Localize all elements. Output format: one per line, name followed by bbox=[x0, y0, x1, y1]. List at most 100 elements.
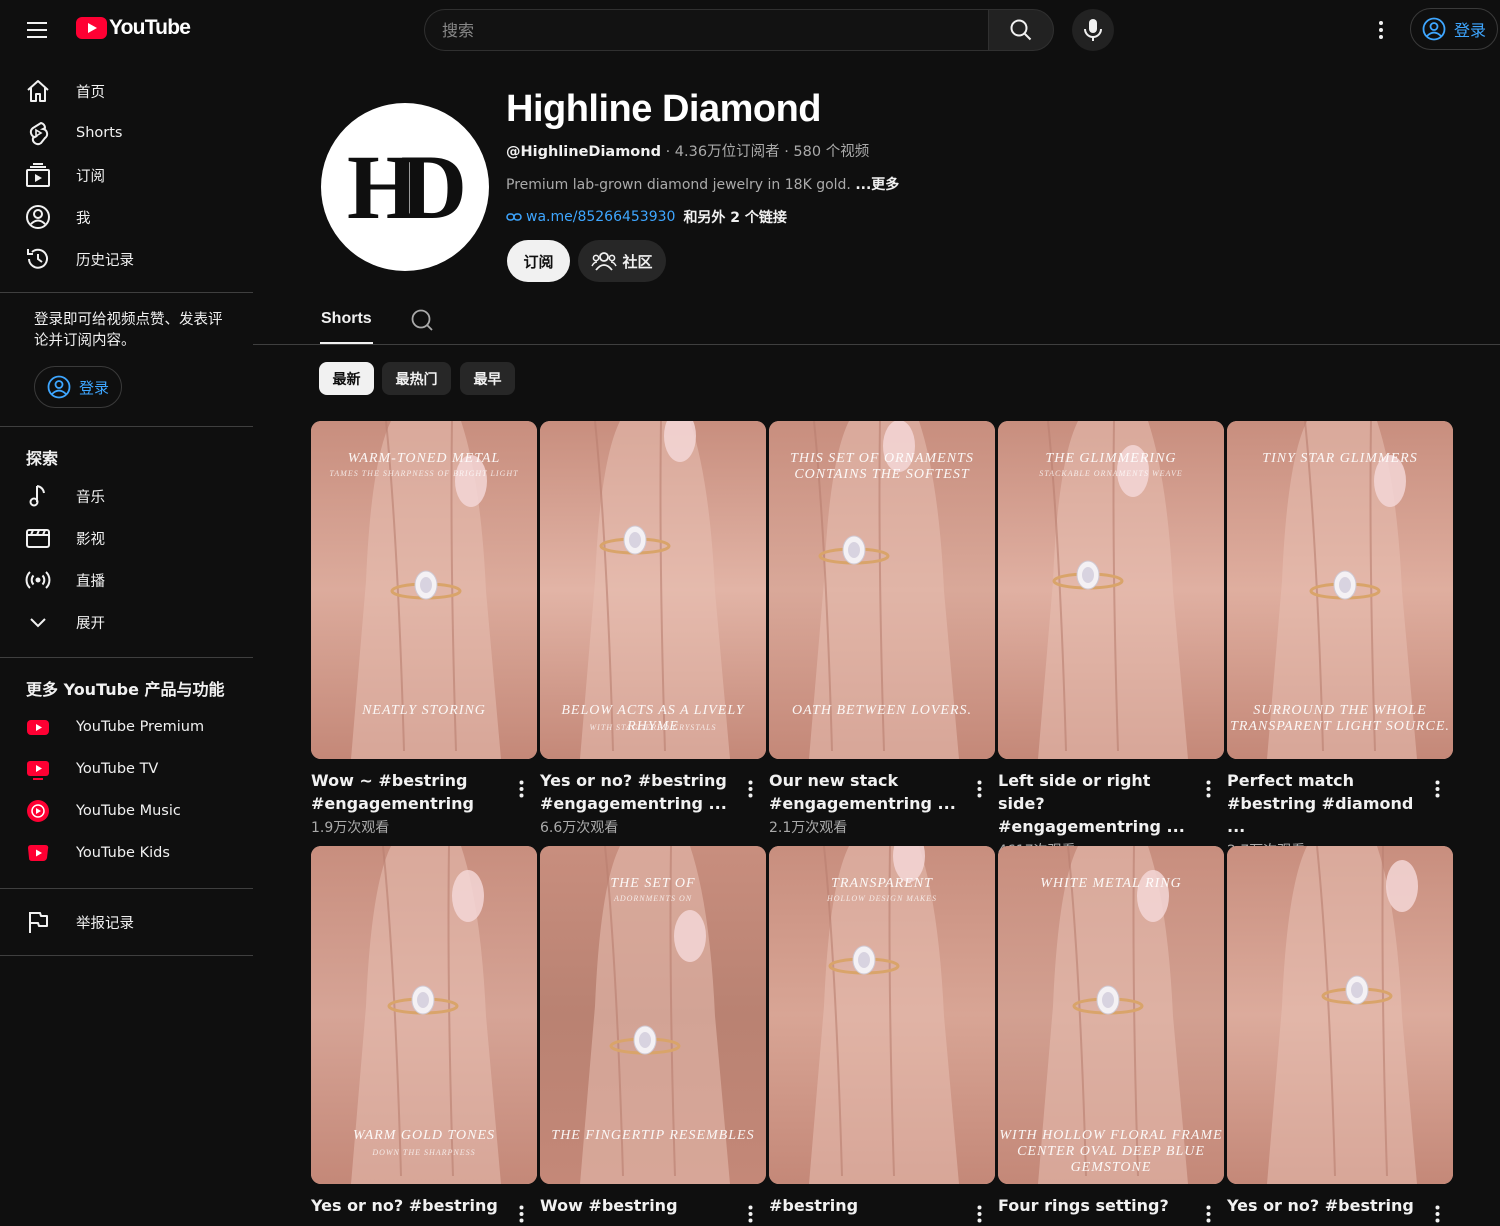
sidebar-item-youtube-music[interactable]: YouTube Music bbox=[0, 790, 253, 832]
short-menu-button[interactable] bbox=[740, 777, 760, 801]
short-thumbnail[interactable]: THIS SET OF ORNAMENTS CONTAINS THE SOFTE… bbox=[769, 421, 995, 759]
sidebar-signin-button[interactable]: 登录 bbox=[34, 366, 122, 408]
sidebar-item-youtube-tv[interactable]: YouTube TV bbox=[0, 748, 253, 790]
channel-avatar[interactable]: HD bbox=[321, 103, 489, 271]
chip-oldest[interactable]: 最早 bbox=[460, 362, 515, 395]
search-icon bbox=[1010, 19, 1032, 41]
sidebar-item-music[interactable]: 音乐 bbox=[0, 475, 253, 517]
view-count: 2.1万次观看 bbox=[769, 820, 848, 836]
short-title[interactable]: Wow #bestring bbox=[540, 1194, 730, 1217]
short-title[interactable]: Yes or no? #bestring #engagementring ... bbox=[540, 769, 730, 815]
voice-search-button[interactable] bbox=[1072, 9, 1114, 51]
short-card[interactable]: WARM-TONED METAL TAMES THE SHARPNESS OF … bbox=[311, 421, 537, 837]
vertical-dots-icon bbox=[1206, 780, 1210, 798]
sidebar-item-movies[interactable]: 影视 bbox=[0, 517, 253, 559]
sidebar-item-youtube-premium[interactable]: YouTube Premium bbox=[0, 706, 253, 748]
menu-button[interactable] bbox=[22, 14, 54, 46]
signin-button[interactable]: 登录 bbox=[1410, 8, 1498, 50]
short-menu-button[interactable] bbox=[1427, 1202, 1447, 1226]
short-title[interactable]: Yes or no? #bestring bbox=[1227, 1194, 1417, 1217]
short-thumbnail[interactable]: WARM-TONED METAL TAMES THE SHARPNESS OF … bbox=[311, 421, 537, 759]
vertical-dots-icon bbox=[519, 1205, 523, 1223]
extra-links[interactable]: 和另外 2 个链接 bbox=[683, 207, 787, 227]
caption-top: WHITE METAL RING bbox=[1040, 876, 1182, 891]
short-thumbnail[interactable]: BELOW ACTS AS A LIVELY RHYME WITH STAGGE… bbox=[540, 421, 766, 759]
meta-separator: · bbox=[665, 144, 675, 160]
short-title[interactable]: Left side or right side? #engagementring… bbox=[998, 769, 1188, 838]
caption-top: THE GLIMMERING bbox=[1045, 451, 1177, 466]
short-menu-button[interactable] bbox=[1198, 777, 1218, 801]
community-button[interactable]: 社区 bbox=[578, 240, 666, 282]
vertical-dots-icon bbox=[1379, 21, 1383, 39]
chip-latest[interactable]: 最新 bbox=[319, 362, 374, 395]
description-more[interactable]: ...更多 bbox=[855, 177, 899, 193]
settings-more-button[interactable] bbox=[1366, 14, 1396, 46]
short-thumbnail[interactable]: THE SET OF ADORNMENTS ON THE FINGERTIP R… bbox=[540, 846, 766, 1184]
short-card[interactable]: THE GLIMMERING STACKABLE ORNAMENTS WEAVE… bbox=[998, 421, 1224, 860]
sidebar-item-you[interactable]: 我 bbox=[0, 196, 253, 238]
sidebar-item-label: 首页 bbox=[76, 84, 105, 101]
sidebar-item-label: YouTube Kids bbox=[76, 845, 170, 861]
channel-name: Highline Diamond bbox=[506, 88, 822, 130]
channel-description[interactable]: Premium lab-grown diamond jewelry in 18K… bbox=[506, 174, 899, 194]
short-thumbnail[interactable] bbox=[1227, 846, 1453, 1184]
community-label: 社区 bbox=[622, 252, 653, 271]
caption-top: THE SET OF bbox=[610, 876, 696, 891]
tab-shorts[interactable]: Shorts bbox=[321, 310, 372, 328]
sidebar-item-home[interactable]: 首页 bbox=[0, 70, 253, 112]
vertical-dots-icon bbox=[519, 780, 523, 798]
subscribe-button[interactable]: 订阅 bbox=[507, 240, 570, 282]
search-input[interactable] bbox=[425, 10, 988, 50]
caption-top: THIS SET OF ORNAMENTS CONTAINS THE SOFTE… bbox=[790, 451, 974, 482]
logo-text: YouTube bbox=[109, 16, 191, 39]
vertical-dots-icon bbox=[977, 1205, 981, 1223]
short-thumbnail[interactable]: WHITE METAL RING WITH HOLLOW FLORAL FRAM… bbox=[998, 846, 1224, 1184]
short-title[interactable]: Yes or no? #bestring bbox=[311, 1194, 501, 1217]
short-card[interactable]: TRANSPARENT HOLLOW DESIGN MAKES #bestrin… bbox=[769, 846, 995, 1223]
short-title[interactable]: #bestring bbox=[769, 1194, 959, 1217]
short-card[interactable]: THIS SET OF ORNAMENTS CONTAINS THE SOFTE… bbox=[769, 421, 995, 837]
masthead: YouTube 登录 bbox=[0, 0, 1500, 60]
short-thumbnail[interactable]: TRANSPARENT HOLLOW DESIGN MAKES bbox=[769, 846, 995, 1184]
short-card[interactable]: TINY STAR GLIMMERS SURROUND THE WHOLE TR… bbox=[1227, 421, 1453, 860]
short-title[interactable]: Perfect match #bestring #diamond ... bbox=[1227, 769, 1417, 838]
sidebar-item-shorts[interactable]: Shorts bbox=[0, 112, 253, 154]
short-title[interactable]: Wow ~ #bestring #engagementring bbox=[311, 769, 501, 815]
search-button[interactable] bbox=[988, 9, 1054, 51]
short-card[interactable]: THE SET OF ADORNMENTS ON THE FINGERTIP R… bbox=[540, 846, 766, 1223]
sidebar-item-live[interactable]: 直播 bbox=[0, 559, 253, 601]
home-icon bbox=[24, 77, 52, 105]
channel-link[interactable]: wa.me/85266453930 bbox=[526, 209, 675, 225]
sidebar-item-subscriptions[interactable]: 订阅 bbox=[0, 154, 253, 196]
short-menu-button[interactable] bbox=[511, 777, 531, 801]
subscriber-count: 4.36万位订阅者 bbox=[674, 144, 780, 160]
movies-icon bbox=[24, 524, 52, 552]
caption-top: WARM-TONED METAL bbox=[347, 451, 501, 466]
channel-search-button[interactable] bbox=[410, 308, 434, 332]
caption-bottom: NEATLY STORING bbox=[362, 703, 486, 718]
chip-popular[interactable]: 最热门 bbox=[382, 362, 451, 395]
short-title[interactable]: Our new stack #engagementring ... bbox=[769, 769, 959, 815]
short-menu-button[interactable] bbox=[969, 1202, 989, 1226]
short-card[interactable]: WHITE METAL RING WITH HOLLOW FLORAL FRAM… bbox=[998, 846, 1224, 1223]
channel-handle: @HighlineDiamond bbox=[506, 144, 661, 160]
short-thumbnail[interactable]: WARM GOLD TONES DOWN THE SHARPNESS bbox=[311, 846, 537, 1184]
youtube-logo[interactable]: YouTube bbox=[76, 16, 191, 40]
tabs-divider bbox=[253, 344, 1500, 345]
short-menu-button[interactable] bbox=[1198, 1202, 1218, 1226]
short-menu-button[interactable] bbox=[969, 777, 989, 801]
short-card[interactable]: BELOW ACTS AS A LIVELY RHYME WITH STAGGE… bbox=[540, 421, 766, 837]
short-thumbnail[interactable]: TINY STAR GLIMMERS SURROUND THE WHOLE TR… bbox=[1227, 421, 1453, 759]
sidebar-item-expand[interactable]: 展开 bbox=[0, 601, 253, 643]
sidebar-item-history[interactable]: 历史记录 bbox=[0, 238, 253, 280]
short-card[interactable]: Yes or no? #bestring bbox=[1227, 846, 1453, 1223]
short-menu-button[interactable] bbox=[511, 1202, 531, 1226]
short-title[interactable]: Four rings setting? bbox=[998, 1194, 1188, 1217]
live-icon bbox=[24, 566, 52, 594]
short-thumbnail[interactable]: THE GLIMMERING STACKABLE ORNAMENTS WEAVE bbox=[998, 421, 1224, 759]
short-card[interactable]: WARM GOLD TONES DOWN THE SHARPNESS Yes o… bbox=[311, 846, 537, 1223]
sidebar-item-report-history[interactable]: 举报记录 bbox=[0, 901, 253, 943]
short-menu-button[interactable] bbox=[740, 1202, 760, 1226]
short-menu-button[interactable] bbox=[1427, 777, 1447, 801]
sidebar-item-youtube-kids[interactable]: YouTube Kids bbox=[0, 832, 253, 874]
